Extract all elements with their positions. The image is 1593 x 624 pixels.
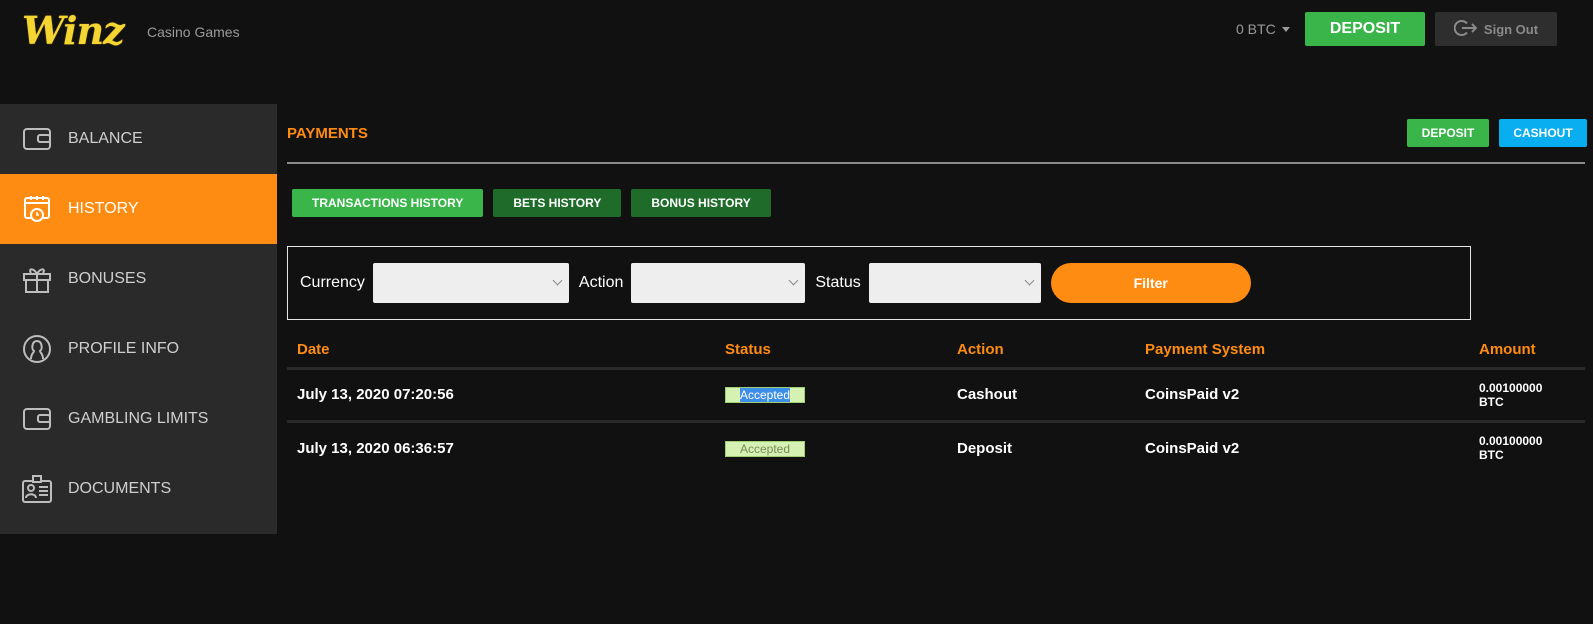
amount-currency: BTC (1479, 448, 1504, 463)
cell-payment-system: CoinsPaid v2 (1145, 439, 1240, 457)
table-row: July 13, 2020 06:36:57 Accepted Deposit … (287, 421, 1585, 474)
status-badge-text: Accepted (739, 388, 791, 402)
cell-amount: 0.00100000 BTC (1469, 421, 1585, 474)
chevron-down-icon (1024, 275, 1035, 286)
gift-icon (22, 264, 52, 294)
deposit-button[interactable]: DEPOSIT (1407, 119, 1489, 147)
column-header-payment-system: Payment System (1135, 332, 1469, 370)
page-title: PAYMENTS (287, 125, 368, 142)
id-card-icon (22, 474, 52, 504)
action-select[interactable] (631, 263, 806, 303)
column-header-status: Status (715, 332, 947, 370)
transactions-table: Date Status Action Payment System Amount… (287, 332, 1585, 474)
action-label: Action (578, 274, 624, 291)
amount-value: 0.00100000 (1479, 380, 1543, 395)
sidebar-item-gambling-limits[interactable]: GAMBLING LIMITS (0, 384, 277, 454)
sign-out-icon (1453, 19, 1478, 40)
chevron-down-icon (552, 275, 563, 286)
caret-down-icon (1281, 26, 1290, 32)
chevron-down-icon (788, 275, 799, 286)
cell-status: Accepted (715, 421, 947, 474)
currency-select[interactable] (372, 263, 569, 303)
status-select[interactable] (868, 263, 1041, 303)
cell-date: July 13, 2020 06:36:57 (297, 439, 454, 457)
cell-status: Accepted (715, 368, 947, 423)
sidebar-item-bonuses[interactable]: BONUSES (0, 244, 277, 314)
sidebar-item-documents[interactable]: DOCUMENTS (0, 454, 277, 524)
status-badge: Accepted (725, 440, 805, 457)
amount-currency: BTC (1479, 394, 1504, 409)
cell-action: Cashout (947, 368, 1135, 423)
sidebar-item-label: DOCUMENTS (68, 480, 172, 497)
currency-label: Currency (300, 274, 365, 291)
sidebar-item-profile-info[interactable]: PROFILE INFO (0, 314, 277, 384)
calendar-clock-icon (22, 194, 52, 224)
column-header-amount: Amount (1469, 332, 1585, 370)
table-row: July 13, 2020 07:20:56 Accepted Cashout … (287, 368, 1585, 423)
status-badge: Accepted (725, 387, 805, 403)
sidebar-item-label: HISTORY (68, 200, 139, 217)
sidebar-item-label: BONUSES (68, 270, 147, 287)
sidebar-item-label: BALANCE (68, 130, 143, 147)
column-header-action: Action (947, 332, 1135, 370)
divider (287, 162, 1585, 164)
tab-transactions-history[interactable]: TRANSACTIONS HISTORY (292, 189, 484, 217)
sidebar: BALANCE HISTORY BONUSES PROFILE INFO GAM… (0, 104, 277, 534)
wallet-icon (22, 124, 52, 154)
status-badge-text: Accepted (739, 441, 791, 456)
cell-action: Deposit (957, 439, 1013, 457)
tab-bets-history[interactable]: BETS HISTORY (493, 189, 622, 217)
sign-out-label: Sign Out (1483, 21, 1539, 37)
cell-date: July 13, 2020 07:20:56 (287, 368, 715, 423)
history-tabs: TRANSACTIONS HISTORY BETS HISTORY BONUS … (292, 189, 771, 217)
sidebar-item-label: GAMBLING LIMITS (68, 410, 209, 427)
nav-casino-games[interactable]: Casino Games (147, 24, 240, 40)
logo[interactable]: Winz (22, 8, 125, 53)
table-header-row: Date Status Action Payment System Amount (287, 332, 1585, 370)
filter-button[interactable]: Filter (1050, 263, 1251, 303)
amount-value: 0.00100000 (1479, 434, 1543, 449)
user-circle-icon (22, 334, 52, 364)
sign-out-button[interactable]: Sign Out (1435, 12, 1557, 46)
tab-bonus-history[interactable]: BONUS HISTORY (631, 189, 771, 217)
column-header-date: Date (287, 332, 715, 370)
wallet-icon (22, 404, 52, 434)
cell-payment-system: CoinsPaid v2 (1135, 368, 1469, 423)
header-deposit-button[interactable]: DEPOSIT (1305, 12, 1425, 46)
filter-bar: Currency Action Status Filter (287, 246, 1471, 320)
cell-amount: 0.00100000 BTC (1469, 368, 1585, 423)
balance-value: 0 BTC (1236, 21, 1276, 37)
cashout-button[interactable]: CASHOUT (1499, 119, 1587, 147)
status-label: Status (815, 274, 861, 291)
balance-dropdown[interactable]: 0 BTC (1236, 21, 1290, 37)
sidebar-item-balance[interactable]: BALANCE (0, 104, 277, 174)
sidebar-item-history[interactable]: HISTORY (0, 174, 277, 244)
sidebar-item-label: PROFILE INFO (68, 340, 180, 357)
